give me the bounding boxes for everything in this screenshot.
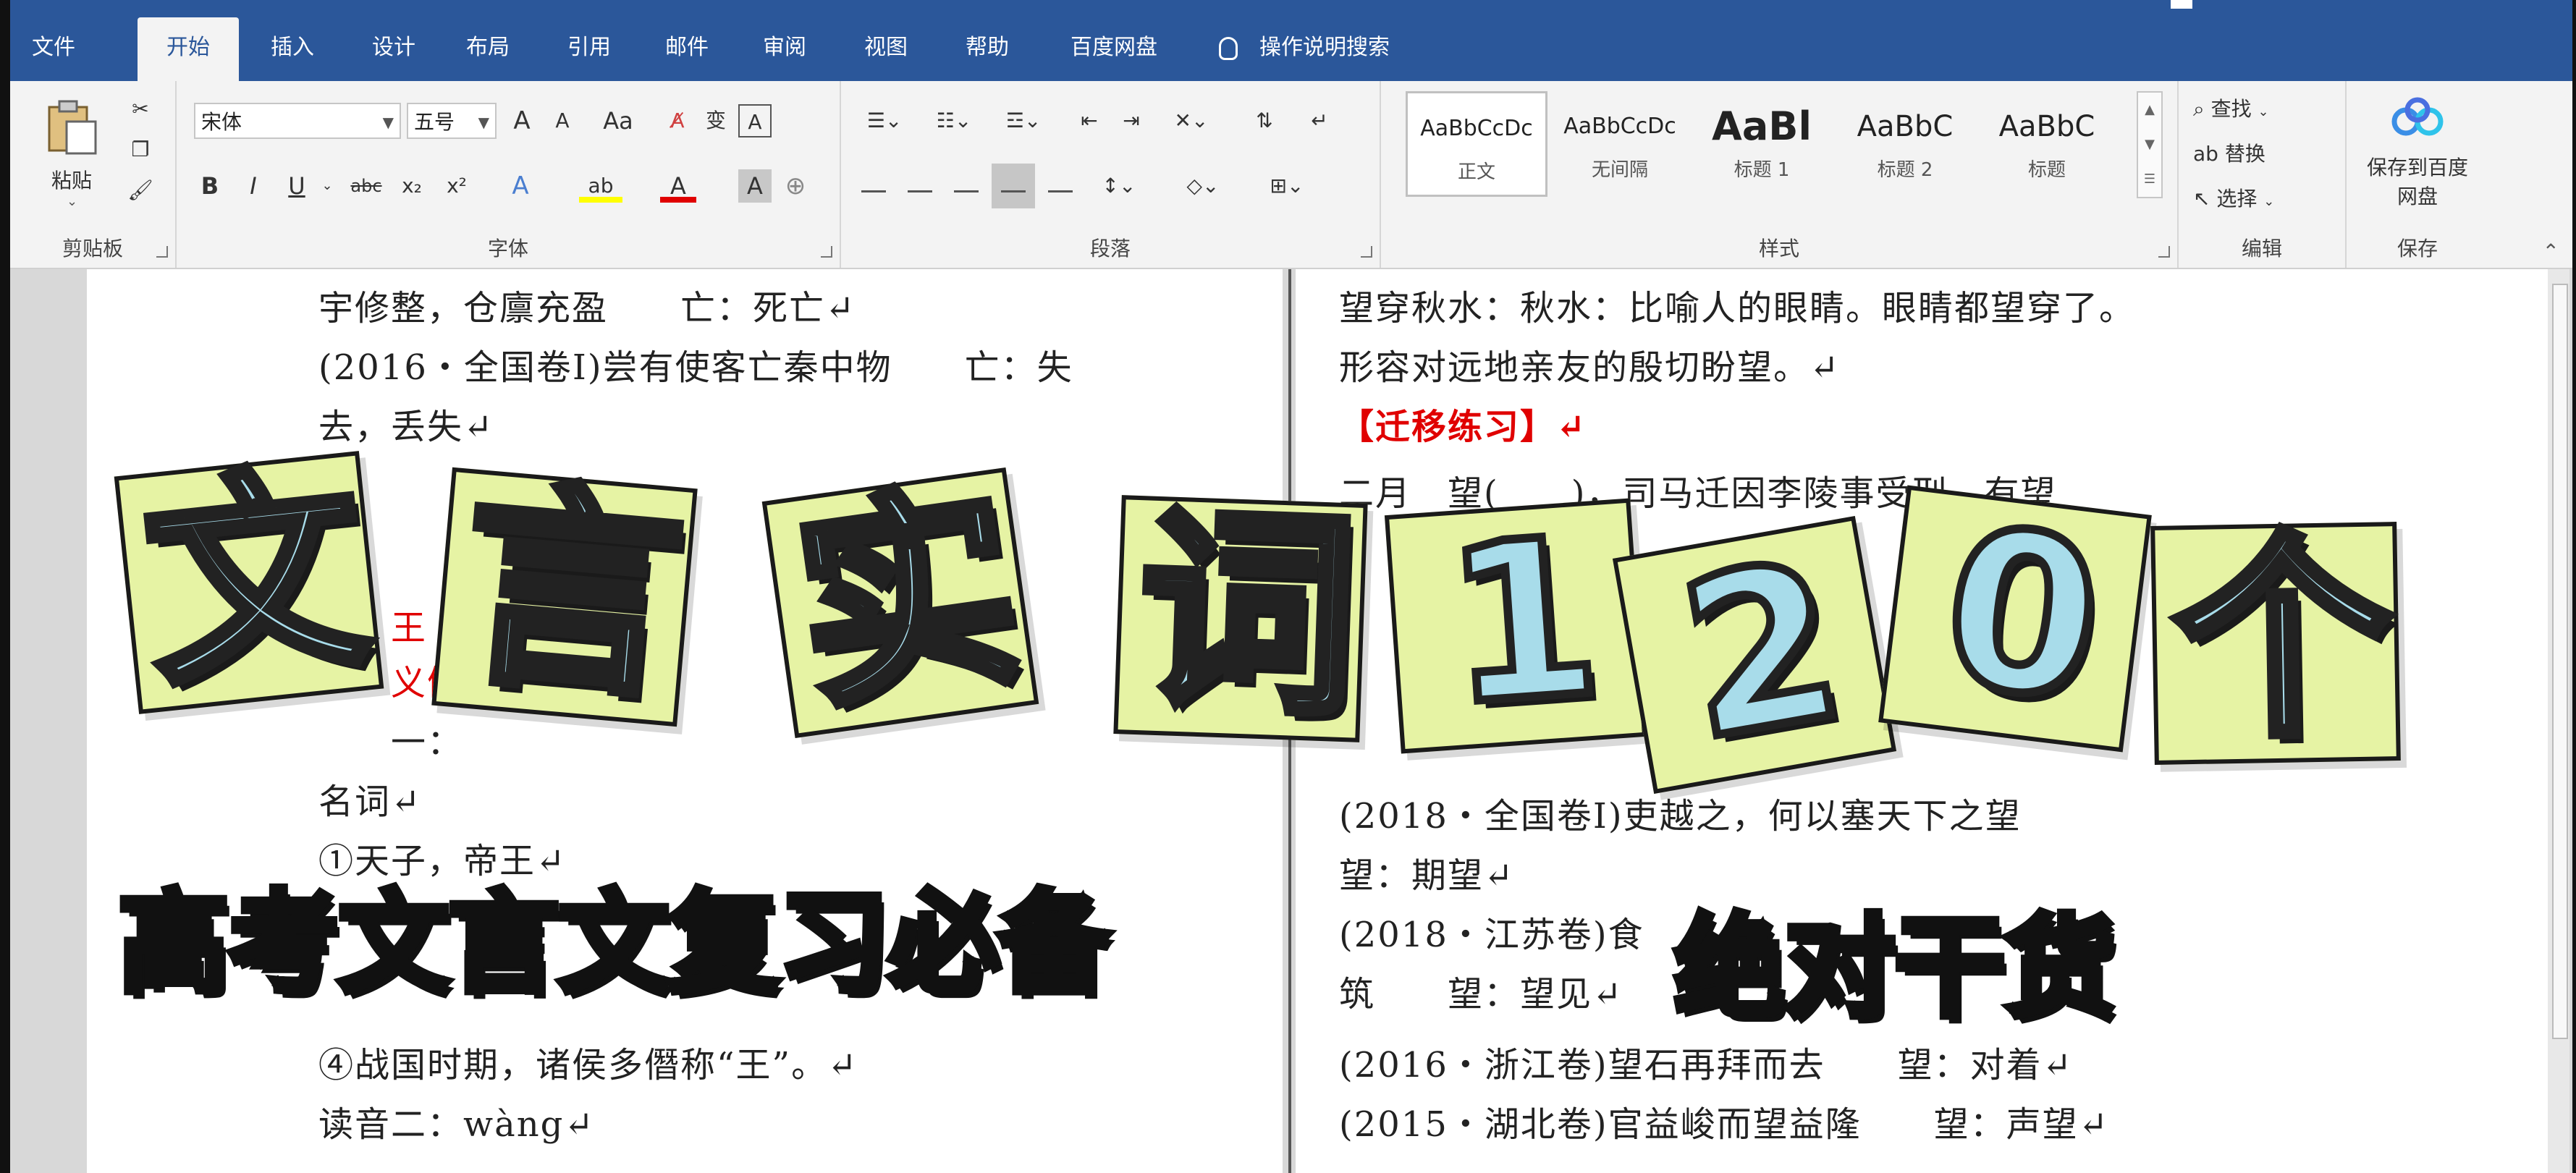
subtitle-left: 高考文言文复习必备: [115, 879, 1112, 1007]
title-char: 1: [1435, 486, 1612, 758]
title-char: 0: [1927, 476, 2117, 754]
title-char: 词: [1131, 480, 1365, 749]
title-char: 文: [131, 437, 382, 719]
title-char: 实: [778, 454, 1037, 743]
title-char: 言: [448, 454, 695, 733]
title-char: 2: [1661, 509, 1862, 793]
subtitle-right: 绝对干货: [1671, 904, 2119, 1032]
word-window: 文件 开始 插入 设计 布局 引用 邮件 审阅 视图 帮助 百度网盘 操作说明搜…: [10, 0, 2572, 1173]
title-overlay: 文 言 实 词 1 2 0 个 高考文言文复习必备 绝对干货: [10, 0, 2572, 1173]
title-char: 个: [2168, 507, 2398, 771]
